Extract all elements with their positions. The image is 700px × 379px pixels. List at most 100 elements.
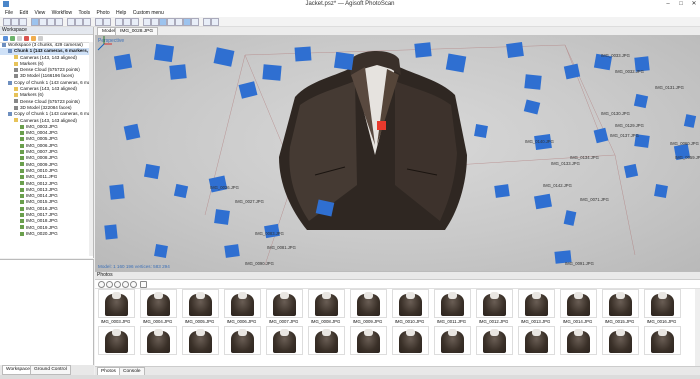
new-icon[interactable] (3, 18, 11, 26)
camera-plane[interactable] (523, 99, 541, 115)
camera-plane[interactable] (474, 124, 488, 138)
minimize-button[interactable]: – (662, 0, 674, 8)
photo-thumbnail[interactable] (224, 326, 261, 355)
photo-thumbnail[interactable] (182, 326, 219, 355)
photo-thumbnail[interactable]: IMG_0007.JPG (266, 289, 303, 325)
camera-plane[interactable] (563, 63, 581, 80)
reset-view-icon[interactable] (131, 18, 139, 26)
markers-icon[interactable] (203, 18, 211, 26)
camera-plane[interactable] (262, 64, 282, 81)
region-icon[interactable] (211, 18, 219, 26)
photo-thumbnail[interactable] (602, 326, 639, 355)
show-points-icon[interactable] (151, 18, 159, 26)
menu-custom[interactable]: Custom menu (133, 9, 164, 17)
solid-icon[interactable] (175, 18, 183, 26)
menu-view[interactable]: View (34, 9, 45, 17)
photo-thumbnail[interactable]: IMG_0016.JPG (644, 289, 681, 325)
camera-plane[interactable] (633, 93, 649, 109)
tree-item[interactable]: IMG_0020.JPG (0, 231, 92, 237)
textured-icon[interactable] (183, 18, 191, 26)
camera-plane[interactable] (414, 42, 432, 58)
workspace-scrollbar[interactable] (89, 42, 93, 256)
photo-thumbnail[interactable]: IMG_0003.JPG (98, 289, 135, 325)
open-icon[interactable] (11, 18, 19, 26)
zoom-in-icon[interactable] (115, 18, 123, 26)
photo-thumbnail[interactable]: IMG_0008.JPG (308, 289, 345, 325)
remove-photo-icon[interactable] (98, 281, 105, 288)
zoom-out-icon[interactable] (123, 18, 131, 26)
camera-plane[interactable] (623, 163, 639, 179)
save-icon[interactable] (19, 18, 27, 26)
photo-thumbnail[interactable] (140, 326, 177, 355)
add-photos-icon[interactable] (10, 36, 15, 41)
camera-plane[interactable] (113, 53, 133, 71)
camera-plane[interactable] (294, 46, 312, 62)
camera-plane[interactable] (104, 224, 118, 240)
camera-plane[interactable] (169, 64, 187, 80)
camera-plane[interactable] (683, 114, 697, 128)
tab-ground-control[interactable]: Ground Control (30, 365, 71, 375)
camera-plane[interactable] (143, 163, 161, 180)
camera-plane[interactable] (238, 81, 258, 99)
photo-thumbnail[interactable]: IMG_0006.JPG (224, 289, 261, 325)
camera-plane[interactable] (524, 74, 542, 90)
photo-thumbnail[interactable] (476, 326, 513, 355)
photo-thumbnail[interactable] (98, 326, 135, 355)
photo-thumbnail[interactable] (350, 326, 387, 355)
photo-thumbnail[interactable]: IMG_0014.JPG (560, 289, 597, 325)
photo-thumbnail[interactable] (644, 326, 681, 355)
menu-help[interactable]: Help (116, 9, 126, 17)
camera-plane[interactable] (153, 43, 175, 63)
add-chunk-icon[interactable] (3, 36, 8, 41)
photo-thumbnail[interactable] (560, 326, 597, 355)
crop-icon[interactable] (103, 18, 111, 26)
camera-plane[interactable] (224, 244, 240, 258)
close-button[interactable]: ✕ (688, 0, 700, 8)
enable-icon[interactable] (31, 36, 36, 41)
camera-plane[interactable] (154, 244, 168, 258)
camera-plane[interactable] (445, 53, 467, 73)
photo-thumbnail[interactable] (518, 326, 555, 355)
workspace-tree[interactable]: Workspace (3 chunks, 429 cameras) Chunk 1… (0, 42, 92, 256)
shaded-icon[interactable] (167, 18, 175, 26)
camera-plane[interactable] (506, 41, 524, 59)
disable-camera-icon[interactable] (130, 281, 137, 288)
model-viewport[interactable]: IMG_0033.JPG IMG_0032.JPG IMG_0131.JPG IMG_… (95, 35, 700, 271)
camera-plane[interactable] (593, 127, 609, 144)
rotate-left-icon[interactable] (106, 281, 113, 288)
camera-plane[interactable] (214, 209, 230, 225)
rotate-right-icon[interactable] (114, 281, 121, 288)
camera-plane[interactable] (533, 193, 553, 210)
camera-plane[interactable] (173, 183, 189, 199)
photo-thumbnail[interactable] (308, 326, 345, 355)
photo-thumbnail[interactable]: IMG_0013.JPG (518, 289, 555, 325)
view-options-icon[interactable] (140, 281, 147, 288)
disable-icon[interactable] (38, 36, 43, 41)
show-cameras-icon[interactable] (143, 18, 151, 26)
menu-edit[interactable]: Edit (19, 9, 28, 17)
camera-plane[interactable] (213, 47, 235, 67)
rotate-icon[interactable] (75, 18, 83, 26)
photo-thumbnail[interactable]: IMG_0005.JPG (182, 289, 219, 325)
navigation-icon[interactable] (31, 18, 39, 26)
delete-icon[interactable] (95, 18, 103, 26)
photo-thumbnail[interactable]: IMG_0011.JPG (434, 289, 471, 325)
menu-photo[interactable]: Photo (97, 9, 110, 17)
photo-thumbnail[interactable]: IMG_0015.JPG (602, 289, 639, 325)
photo-thumbnail[interactable]: IMG_0012.JPG (476, 289, 513, 325)
photo-thumbnail[interactable] (434, 326, 471, 355)
menu-tools[interactable]: Tools (78, 9, 90, 17)
dense-cloud-icon[interactable] (159, 18, 167, 26)
rectangle-select-icon[interactable] (39, 18, 47, 26)
delete-item-icon[interactable] (24, 36, 29, 41)
photos-scrollbar[interactable] (695, 289, 700, 367)
camera-plane[interactable] (333, 51, 355, 71)
photo-thumbnail[interactable] (392, 326, 429, 355)
wireframe-icon[interactable] (191, 18, 199, 26)
circle-select-icon[interactable] (47, 18, 55, 26)
move-icon[interactable] (67, 18, 75, 26)
photo-thumbnail[interactable]: IMG_0004.JPG (140, 289, 177, 325)
photo-thumbnail[interactable]: IMG_0010.JPG (392, 289, 429, 325)
camera-plane[interactable] (563, 210, 577, 226)
menu-workflow[interactable]: Workflow (52, 9, 72, 17)
